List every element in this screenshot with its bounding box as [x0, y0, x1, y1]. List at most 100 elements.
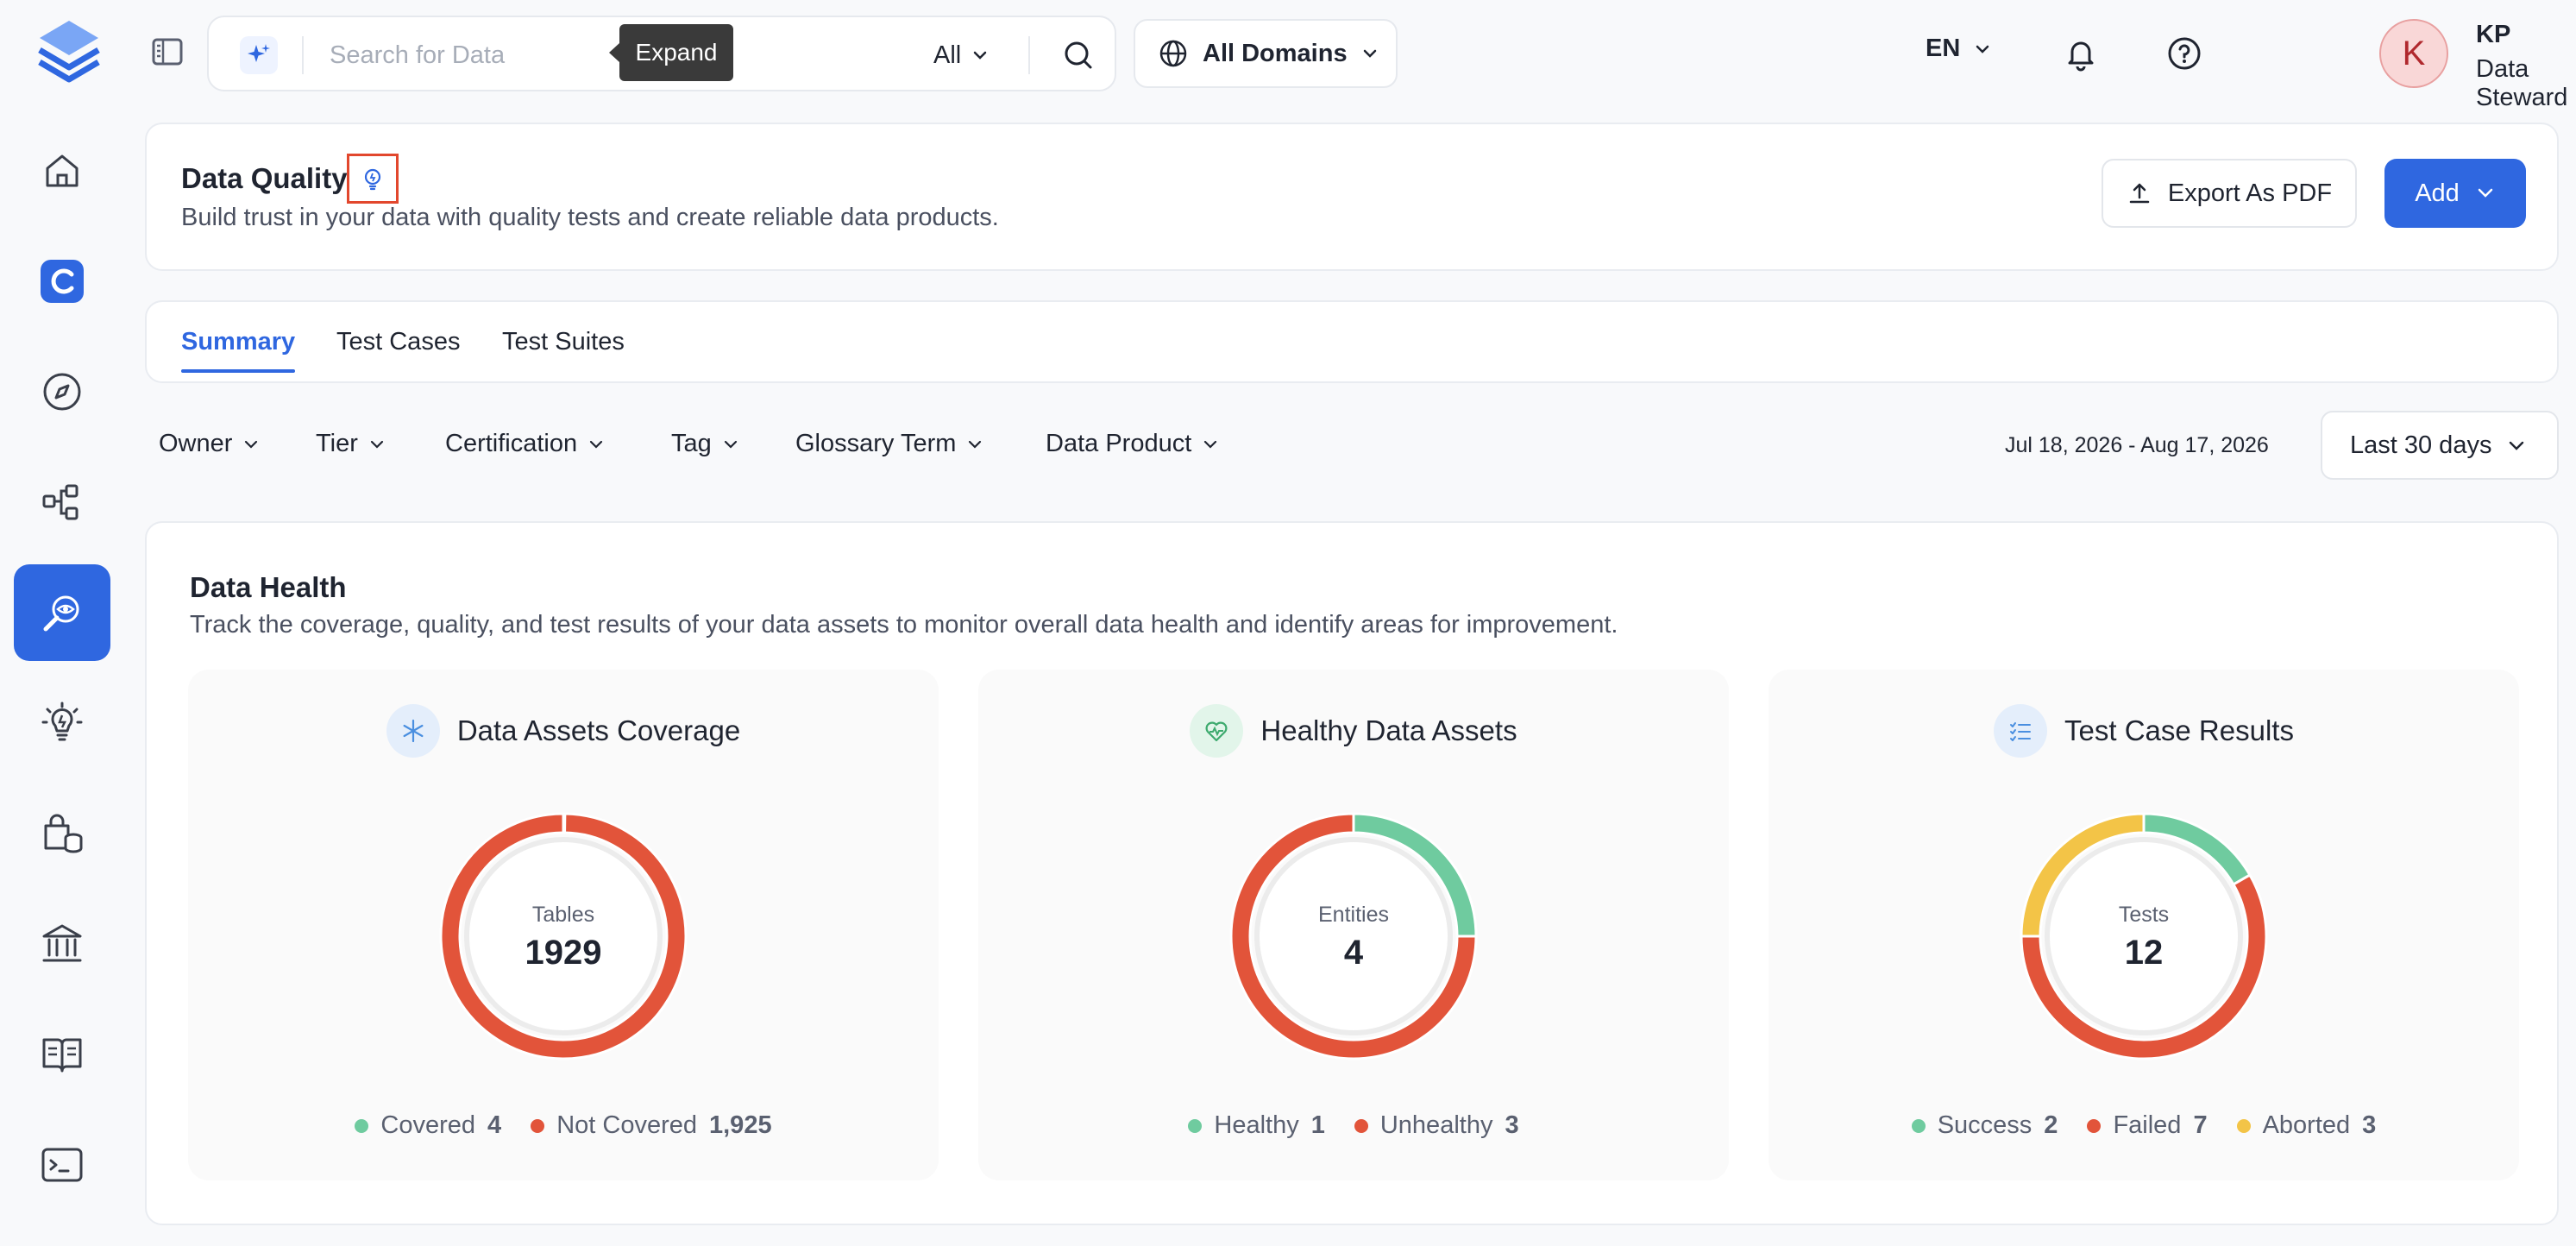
filter-tag[interactable]: Tag [671, 430, 739, 458]
language-selector[interactable]: EN [1926, 35, 1991, 63]
chart-legend: Covered 4 Not Covered 1,925 [188, 1111, 939, 1140]
add-label: Add [2415, 179, 2460, 207]
bell-icon[interactable] [2062, 35, 2100, 72]
filter-label: Owner [159, 430, 233, 457]
data-health-card: Data Health Track the coverage, quality,… [145, 521, 2559, 1225]
collate-app-icon [41, 260, 84, 303]
nav-data-marketplace[interactable] [14, 785, 110, 882]
filter-label: Glossary Term [795, 430, 957, 457]
checklist-icon [1994, 704, 2048, 758]
sidebar [0, 0, 124, 1246]
add-button[interactable]: Add [2384, 159, 2526, 228]
learning-resources-button[interactable] [347, 154, 399, 204]
chevron-down-icon [724, 440, 737, 449]
export-pdf-button[interactable]: Export As PDF [2102, 159, 2357, 228]
tab-test-suites[interactable]: Test Suites [502, 328, 625, 356]
book-icon [42, 1038, 82, 1073]
tab-summary[interactable]: Summary [181, 328, 295, 356]
top-bar: All Expand All Domains EN K KP Data Stew… [124, 0, 2576, 111]
data-health-subtitle: Track the coverage, quality, and test re… [190, 611, 1618, 639]
page-title: Data Quality [181, 162, 348, 194]
filter-label: Tag [671, 430, 712, 457]
search-scope-label: All [933, 41, 962, 69]
chevron-down-icon [245, 440, 258, 449]
tab-test-cases[interactable]: Test Cases [336, 328, 460, 356]
legend-item-unhealthy: Unhealthy 3 [1354, 1111, 1519, 1140]
search-icon[interactable] [1061, 38, 1096, 72]
chart-legend: Healthy 1 Unhealthy 3 [978, 1111, 1729, 1140]
nav-console[interactable] [14, 1117, 110, 1213]
chevron-down-icon [590, 440, 603, 449]
nav-lineage[interactable] [14, 454, 110, 551]
sidebar-toggle-icon[interactable] [150, 35, 185, 69]
nav-home[interactable] [14, 123, 110, 219]
avatar[interactable]: K [2379, 19, 2448, 88]
data-assets-coverage-panel: Data Assets Coverage Tables 1929 Covered… [188, 670, 939, 1180]
legend-value: 2 [2044, 1111, 2058, 1139]
legend-name: Failed [2113, 1111, 2182, 1139]
lineage-icon [42, 484, 79, 520]
period-label: Last 30 days [2350, 431, 2492, 459]
nav-explore[interactable] [14, 343, 110, 440]
filter-glossary-term[interactable]: Glossary Term [795, 430, 983, 458]
shopping-bag-database-icon [44, 814, 83, 853]
sparkle-icon [248, 44, 270, 62]
globe-icon [1159, 40, 1187, 67]
search-input[interactable] [330, 35, 588, 76]
date-range: Jul 18, 2026 - Aug 17, 2026 [2005, 433, 2269, 458]
user-name: KP [2476, 21, 2511, 48]
donut-center-label: Entities [1318, 903, 1389, 927]
nav-governance[interactable] [14, 896, 110, 992]
legend-name: Success [1937, 1111, 2033, 1139]
legend-dot [2087, 1118, 2102, 1133]
help-icon[interactable] [2165, 35, 2203, 72]
export-pdf-label: Export As PDF [2167, 179, 2333, 207]
donut-center-value: 4 [1343, 934, 1364, 972]
filter-certification[interactable]: Certification [445, 430, 605, 458]
legend-name: Covered [380, 1111, 476, 1139]
language-label: EN [1926, 35, 1961, 62]
legend-dot [2236, 1118, 2251, 1133]
filter-label: Certification [445, 430, 578, 457]
nav-observability[interactable] [14, 564, 110, 661]
period-selector[interactable]: Last 30 days [2321, 411, 2559, 480]
chart-title: Data Assets Coverage [456, 714, 741, 746]
legend-item-covered: Covered 4 [355, 1111, 501, 1140]
legend-value: 3 [1505, 1111, 1519, 1139]
legend-name: Aborted [2262, 1111, 2351, 1139]
legend-dot [1354, 1118, 1368, 1133]
nav-insights[interactable] [14, 675, 110, 771]
legend-dot [1911, 1118, 1926, 1133]
search-divider [1028, 36, 1030, 74]
search-scope-dropdown[interactable]: All [933, 36, 989, 74]
home-icon [46, 154, 79, 187]
filter-owner[interactable]: Owner [159, 430, 260, 458]
expand-tooltip: Expand [609, 24, 733, 81]
legend-value: 1 [1310, 1111, 1325, 1139]
legend-item-not-covered: Not Covered 1,925 [531, 1111, 772, 1140]
legend-item-failed: Failed 7 [2087, 1111, 2208, 1140]
legend-dot [355, 1118, 369, 1133]
legend-value: 4 [487, 1111, 502, 1139]
chevron-down-icon [1976, 45, 1989, 53]
legend-dot [1188, 1118, 1203, 1133]
filter-data-product[interactable]: Data Product [1046, 430, 1219, 458]
ai-search-button[interactable] [240, 36, 278, 74]
legend-name: Unhealthy [1379, 1111, 1493, 1139]
bank-icon [42, 924, 82, 962]
app-logo[interactable] [26, 16, 112, 93]
date-range-start: Jul 18, 2026 [2005, 433, 2123, 457]
domain-selector[interactable]: All Domains [1134, 19, 1398, 88]
nav-collate[interactable] [14, 233, 110, 330]
date-range-end: Aug 17, 2026 [2140, 433, 2269, 457]
legend-value: 7 [2193, 1111, 2208, 1139]
filter-tier[interactable]: Tier [316, 430, 386, 458]
lightbulb-icon [41, 702, 83, 741]
chevron-down-icon [1204, 440, 1217, 449]
nav-knowledge[interactable] [14, 1006, 110, 1103]
chart-title: Test Case Results [2064, 714, 2294, 746]
legend-dot [531, 1118, 545, 1133]
user-role: Data Steward [2476, 55, 2568, 111]
legend-value: 1,925 [709, 1111, 772, 1139]
chart-legend: Success 2 Failed 7 Aborted 3 [1769, 1111, 2519, 1140]
